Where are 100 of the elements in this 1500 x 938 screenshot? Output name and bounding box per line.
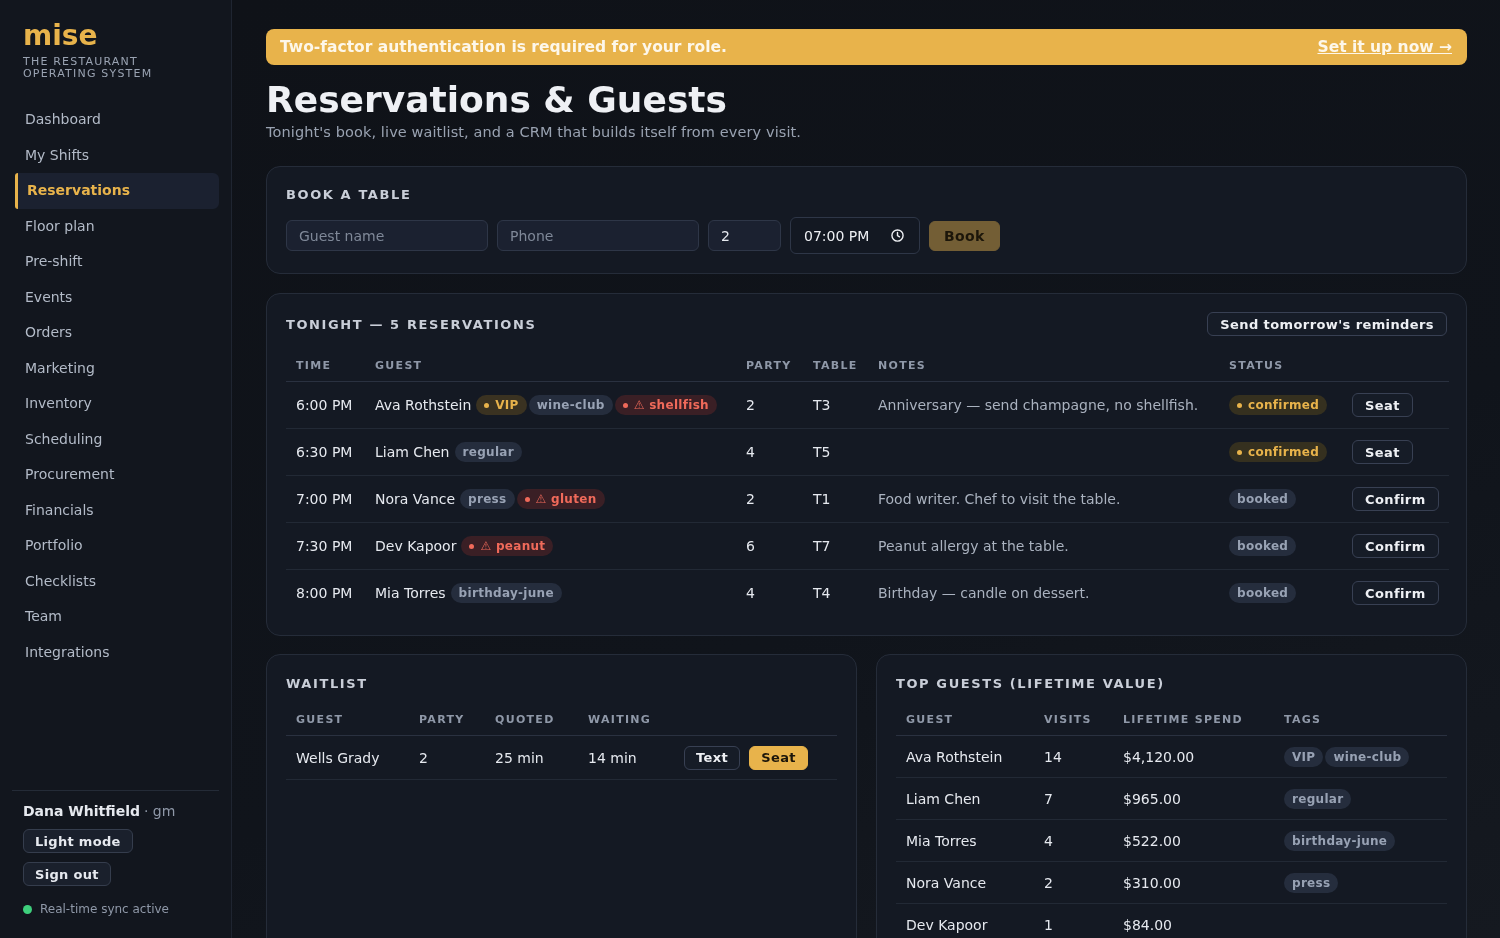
tag-label: birthday-june <box>1284 830 1396 851</box>
dot-icon <box>524 496 530 502</box>
tag-label: regular <box>1284 788 1352 809</box>
visit-count: 14 <box>1044 748 1062 765</box>
sidebar-button[interactable]: Sign out <box>23 862 111 886</box>
visit-count: 4 <box>1044 832 1053 849</box>
tagline-text: THE RESTAURANT OPERATING SYSTEM <box>23 56 154 80</box>
row-action-button[interactable]: Confirm <box>1352 581 1439 605</box>
lifetime-spend: $4,120.00 <box>1123 748 1195 765</box>
sidebar-item[interactable]: Portfolio <box>12 528 219 564</box>
tag-text: ⚠ peanut <box>480 539 546 553</box>
section-title: WAITLIST <box>286 676 368 691</box>
column-header: NOTES <box>878 358 926 373</box>
sidebar-item[interactable]: Team <box>12 599 219 635</box>
table-number: T1 <box>813 491 831 507</box>
party-size: 2 <box>746 397 755 413</box>
sidebar-item[interactable]: Pre-shift <box>12 244 219 280</box>
table-number: T3 <box>813 397 831 413</box>
dot-icon <box>484 402 490 408</box>
column-header: GUEST <box>906 712 954 727</box>
sidebar-item[interactable]: Inventory <box>12 386 219 422</box>
guest-name: Ava Rothstein <box>906 748 1003 765</box>
column-header: PARTY <box>419 712 465 727</box>
sidebar-item[interactable]: Financials <box>12 492 219 528</box>
guest-name: Dev Kapoor <box>906 916 988 933</box>
input-field[interactable]: 2 <box>708 220 781 251</box>
party-size: 4 <box>746 444 755 460</box>
sidebar-item[interactable]: Marketing <box>12 350 219 386</box>
sidebar-item[interactable]: My Shifts <box>12 137 219 173</box>
tag-text: ⚠ gluten <box>535 492 597 506</box>
column-header: WAITING <box>588 712 652 727</box>
page-title: Reservations & Guests <box>266 78 728 122</box>
column-header: LIFETIME SPEND <box>1123 712 1244 727</box>
time-text: 7:00 PM <box>296 491 353 507</box>
table-number: T5 <box>813 444 831 460</box>
sidebar-item[interactable]: Procurement <box>12 457 219 493</box>
sidebar-button[interactable]: Light mode <box>23 829 133 853</box>
lifetime-spend: $84.00 <box>1123 916 1172 933</box>
logo-text: mise <box>23 20 98 52</box>
column-header: GUEST <box>375 358 423 373</box>
status-label: booked <box>1229 583 1297 603</box>
sidebar-item[interactable]: Reservations <box>15 173 219 209</box>
sidebar-item[interactable]: Scheduling <box>12 421 219 457</box>
section-title: TONIGHT — 5 RESERVATIONS <box>286 316 537 332</box>
seat-button[interactable]: Seat <box>749 745 808 770</box>
sidebar-item[interactable]: Events <box>12 279 219 315</box>
column-header: TAGS <box>1284 712 1322 727</box>
sidebar-item[interactable]: Checklists <box>12 563 219 599</box>
clock-icon <box>891 229 904 242</box>
input-field[interactable]: Phone <box>497 220 699 251</box>
guest-name: Liam Chen <box>906 790 981 807</box>
column-header: PARTY <box>746 358 792 373</box>
row-action-button[interactable]: Confirm <box>1352 487 1439 511</box>
column-header: STATUS <box>1229 358 1284 373</box>
input-field[interactable]: Guest name <box>286 220 488 251</box>
dot-icon <box>622 402 628 408</box>
guest-name: Nora Vance <box>375 491 456 507</box>
tag-label: wine-club <box>528 395 613 415</box>
row-action-button[interactable]: Seat <box>1352 393 1413 417</box>
status-dot-icon <box>23 904 32 914</box>
status-text: confirmed <box>1248 398 1320 412</box>
row-action-button[interactable]: Seat <box>1352 440 1413 464</box>
dot-icon <box>1237 449 1242 455</box>
guest-name: Mia Torres <box>906 832 977 849</box>
page-subtitle: Tonight's book, live waitlist, and a CRM that builds itself from every visit. <box>266 123 803 142</box>
guest-name: Ava Rothstein <box>375 397 472 413</box>
guest-name: Mia Torres <box>375 585 446 601</box>
sidebar-item[interactable]: Dashboard <box>12 102 219 138</box>
column-header: QUOTED <box>495 712 555 727</box>
banner-message: Two-factor authentication is required for your role. <box>280 38 727 56</box>
guest-name: Liam Chen <box>375 444 450 460</box>
lifetime-spend: $310.00 <box>1123 874 1181 891</box>
lifetime-spend: $965.00 <box>1123 790 1181 807</box>
sidebar-item[interactable]: Orders <box>12 315 219 351</box>
column-header: VISITS <box>1044 712 1092 727</box>
row-action-button[interactable]: Confirm <box>1352 534 1439 558</box>
dot-icon <box>1237 402 1242 408</box>
party-size: 4 <box>746 585 755 601</box>
tag-text: ⚠ shellfish <box>633 398 709 412</box>
status-label: booked <box>1229 536 1297 556</box>
visit-count: 7 <box>1044 790 1053 807</box>
tag-text: VIP <box>495 398 519 412</box>
time-text: 8:00 PM <box>296 585 353 601</box>
user-role: · gm <box>143 803 176 819</box>
sidebar-item[interactable]: Floor plan <box>12 208 219 244</box>
time-field[interactable]: 07:00 PM <box>790 217 920 254</box>
party-size: 2 <box>419 749 428 766</box>
party-size: 6 <box>746 538 755 554</box>
user-name: Dana Whitfield <box>23 803 140 819</box>
tag-label: press <box>1284 872 1339 893</box>
section-title: TOP GUESTS (LIFETIME VALUE) <box>896 676 1165 691</box>
sidebar-item[interactable]: Integrations <box>12 634 219 670</box>
notes-text: Food writer. Chef to visit the table. <box>878 491 1121 507</box>
tag-label: birthday-june <box>450 583 562 603</box>
text-button[interactable]: Text <box>684 745 741 770</box>
send-reminders-button[interactable]: Send tomorrow's reminders <box>1207 312 1447 336</box>
notes-text: Birthday — candle on dessert. <box>878 585 1090 601</box>
notes-text: Anniversary — send champagne, no shellfish. <box>878 397 1199 413</box>
lifetime-spend: $522.00 <box>1123 832 1181 849</box>
tag-label: press <box>460 489 515 509</box>
